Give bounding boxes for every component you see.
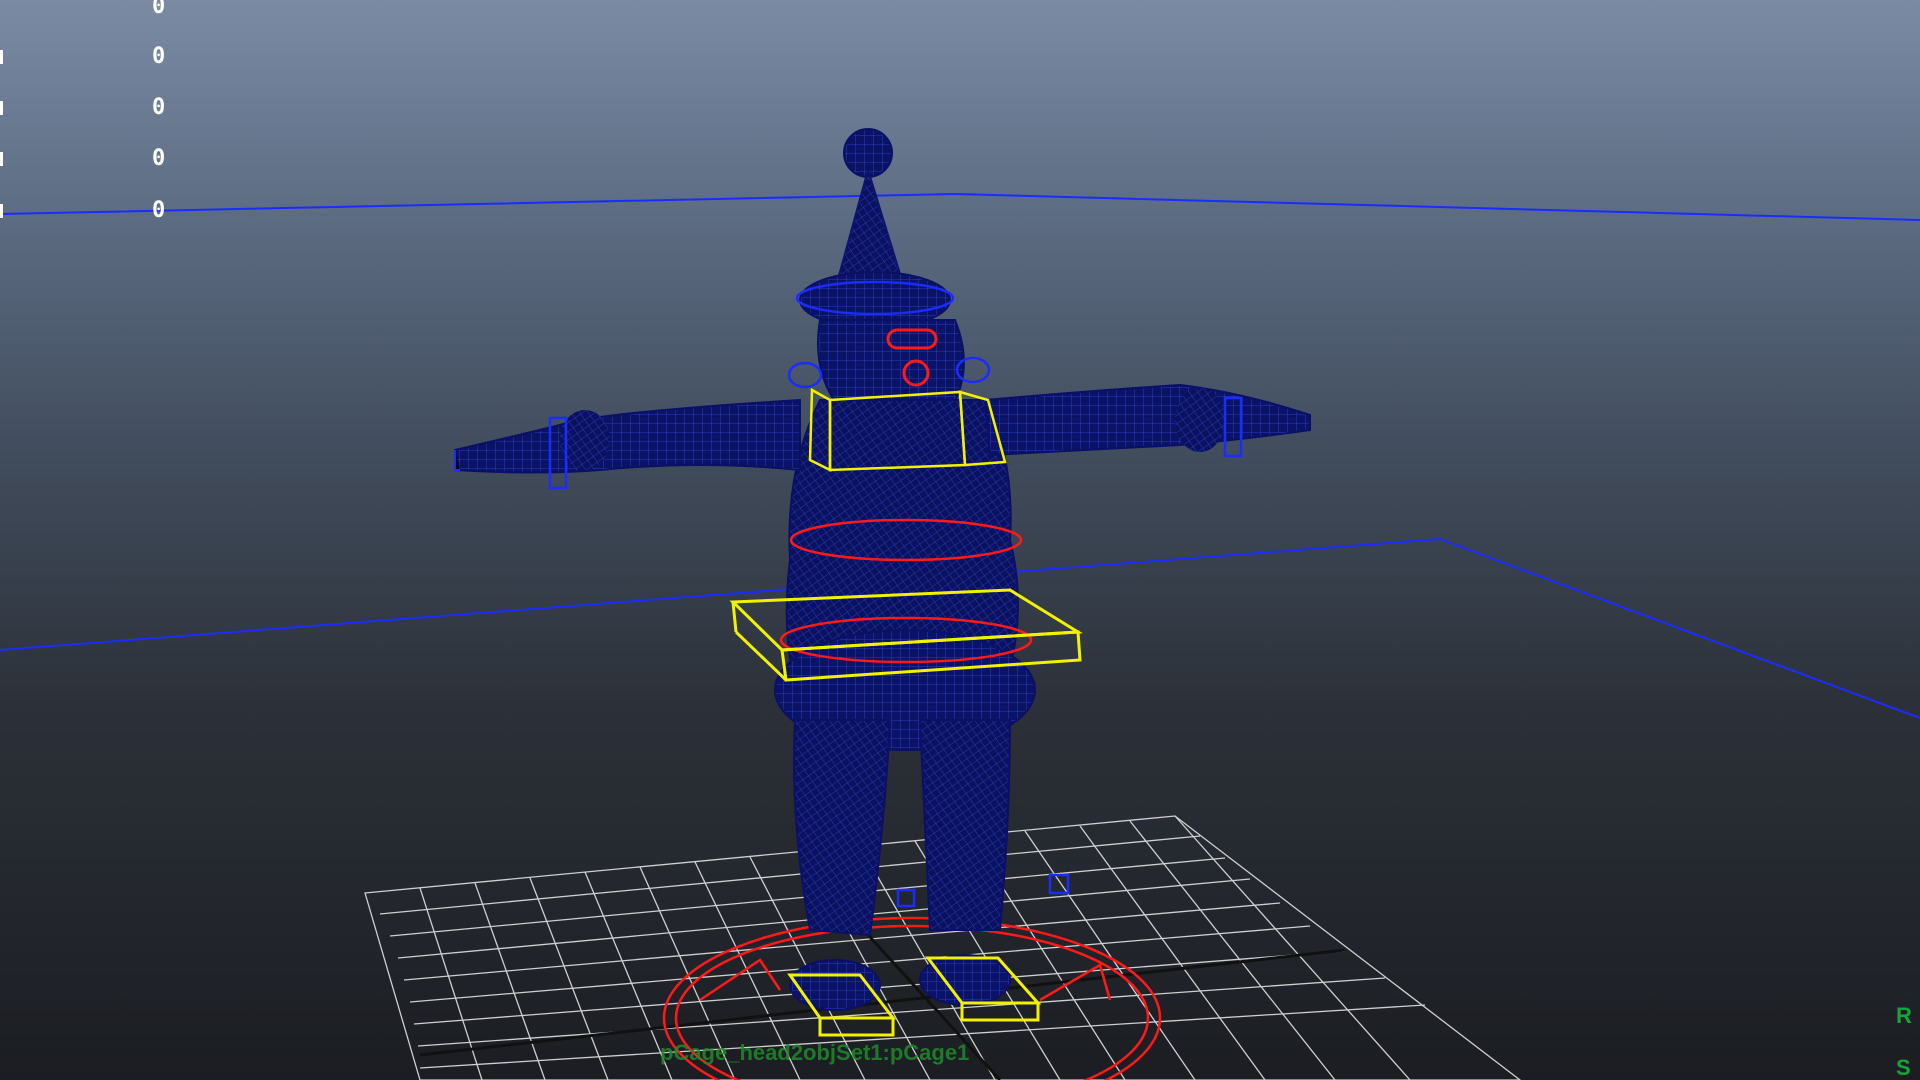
right-hud-item: R [1896, 1003, 1912, 1028]
hud-tick-mark [0, 50, 3, 64]
hud-value: 0 [152, 44, 166, 69]
3d-viewport[interactable]: 0 0 0 0 0 pCage_head2objSet1:pCage1 R S [0, 0, 1920, 1080]
boundary-line-top [0, 192, 1920, 221]
character-mesh[interactable] [454, 128, 1311, 1011]
hud-tick-mark [0, 152, 3, 166]
right-hud: R S [1896, 990, 1920, 1080]
hud-value: 0 [152, 198, 166, 223]
viewport-scene[interactable] [0, 0, 1920, 1080]
hud-value: 0 [152, 0, 166, 19]
hud-value: 0 [152, 146, 166, 171]
right-hud-item: S [1896, 1055, 1911, 1080]
hud-tick-mark [0, 204, 3, 218]
object-label: pCage_head2objSet1:pCage1 [660, 1040, 970, 1065]
hud-tick-mark [0, 101, 3, 115]
hud-value: 0 [152, 95, 166, 120]
